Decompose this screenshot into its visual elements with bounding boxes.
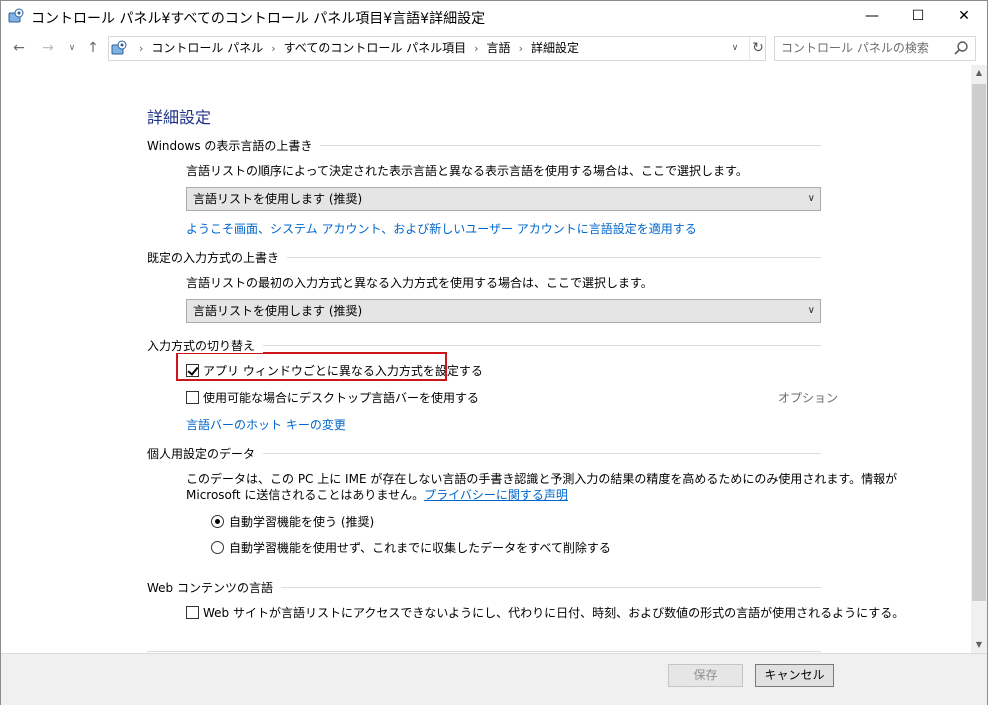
chevron-down-icon: ∨ (807, 305, 815, 316)
footer-bar: 保存 キャンセル (1, 653, 987, 705)
annotation-highlight-box (176, 352, 447, 381)
navigation-bar: ← → ∨ ↑ › コントロール パネル › すべてのコントロール パネル項目 › 言語 ›… (1, 32, 987, 65)
title-bar: コントロール パネル¥すべてのコントロール パネル項目¥言語¥詳細設定 — ☐ … (1, 1, 987, 32)
input-method-heading: 既定の入力方式の上書き (147, 251, 288, 265)
breadcrumb-separator-icon[interactable]: › (474, 42, 478, 55)
address-history-chevron-icon[interactable]: ∨ (727, 37, 743, 60)
input-method-dropdown[interactable]: 言語リストを使用します (推奨) ∨ (186, 299, 821, 323)
input-method-selected: 言語リストを使用します (推奨) (193, 304, 363, 318)
personalization-heading: 個人用設定のデータ (147, 447, 264, 461)
content-area: 詳細設定 Windows の表示言語の上書き 言語リストの順序によって決定された… (1, 65, 971, 653)
breadcrumb-language[interactable]: 言語 (487, 41, 511, 55)
control-panel-icon (111, 40, 127, 55)
personalization-description-line2: Microsoft に送信されることはありません。プライバシーに関する声明 (186, 486, 568, 503)
desktop-language-bar-checkbox[interactable] (186, 391, 199, 404)
auto-learning-delete-label: 自動学習機能を使用せず、これまでに収集したデータをすべて削除する (229, 541, 611, 555)
web-content-language-label: Web サイトが言語リストにアクセスできないようにし、代わりに日付、時刻、および… (203, 606, 905, 620)
search-box[interactable] (774, 36, 976, 61)
page-title: 詳細設定 (147, 108, 212, 127)
personalization-section-heading: 個人用設定のデータ (147, 445, 821, 461)
privacy-statement-link[interactable]: プライバシーに関する声明 (424, 488, 568, 502)
refresh-icon[interactable]: ↻ (749, 37, 766, 60)
back-arrow-icon[interactable]: ← (10, 38, 28, 58)
chevron-down-icon: ∨ (807, 193, 815, 204)
recent-locations-chevron-icon[interactable]: ∨ (66, 38, 78, 58)
switching-section-heading: 入力方式の切り替え (147, 337, 821, 353)
search-icon[interactable] (953, 40, 969, 56)
search-input[interactable] (781, 39, 946, 57)
display-language-selected: 言語リストを使用します (推奨) (193, 192, 363, 206)
scroll-down-arrow-icon[interactable]: ▼ (971, 637, 987, 653)
auto-learning-use-option[interactable]: 自動学習機能を使う (推奨) (211, 513, 374, 530)
breadcrumb-separator-icon[interactable]: › (271, 42, 275, 55)
save-button[interactable]: 保存 (668, 664, 743, 687)
address-bar[interactable]: › コントロール パネル › すべてのコントロール パネル項目 › 言語 › 詳細設定 ∨ ↻ (108, 36, 766, 61)
web-content-section-heading: Web コンテンツの言語 (147, 579, 821, 595)
personalization-description-line1: このデータは、この PC 上に IME が存在しない言語の手書き認識と予測入力の… (186, 472, 898, 486)
breadcrumb-advanced-settings[interactable]: 詳細設定 (531, 41, 579, 55)
forward-arrow-icon[interactable]: → (40, 38, 56, 58)
up-arrow-icon[interactable]: ↑ (85, 38, 101, 58)
auto-learning-delete-option[interactable]: 自動学習機能を使用せず、これまでに収集したデータをすべて削除する (211, 539, 611, 556)
auto-learning-use-label: 自動学習機能を使う (推奨) (229, 515, 375, 529)
display-language-dropdown[interactable]: 言語リストを使用します (推奨) ∨ (186, 187, 821, 211)
breadcrumb-separator-icon[interactable]: › (519, 42, 523, 55)
display-language-description: 言語リストの順序によって決定された表示言語と異なる表示言語を使用する場合は、ここ… (186, 164, 748, 178)
breadcrumb-control-panel[interactable]: コントロール パネル (151, 41, 263, 55)
web-content-language-checkbox[interactable] (186, 606, 199, 619)
minimize-button[interactable]: — (849, 1, 895, 32)
content-bottom-divider (147, 651, 821, 652)
window: コントロール パネル¥すべてのコントロール パネル項目¥言語¥詳細設定 — ☐ … (0, 0, 988, 705)
vertical-scrollbar[interactable]: ▲ ▼ (971, 65, 987, 653)
web-content-heading: Web コンテンツの言語 (147, 581, 281, 595)
control-panel-icon (8, 8, 24, 23)
input-method-description: 言語リストの最初の入力方式と異なる入力方式を使用する場合は、ここで選択します。 (186, 276, 653, 290)
display-language-heading: Windows の表示言語の上書き (147, 139, 321, 153)
scroll-up-arrow-icon[interactable]: ▲ (971, 65, 987, 81)
cancel-button[interactable]: キャンセル (755, 664, 834, 687)
breadcrumb-all-items[interactable]: すべてのコントロール パネル項目 (284, 41, 467, 55)
desktop-language-bar-option[interactable]: 使用可能な場合にデスクトップ言語バーを使用する (186, 389, 479, 406)
language-bar-hotkey-link[interactable]: 言語バーのホット キーの変更 (186, 416, 346, 433)
options-link[interactable]: オプション (778, 389, 838, 406)
close-button[interactable]: ✕ (941, 1, 987, 32)
switching-heading: 入力方式の切り替え (147, 339, 264, 353)
input-method-section-heading: 既定の入力方式の上書き (147, 249, 821, 265)
display-language-section-heading: Windows の表示言語の上書き (147, 137, 821, 153)
web-content-language-option[interactable]: Web サイトが言語リストにアクセスできないようにし、代わりに日付、時刻、および… (186, 604, 904, 621)
window-title: コントロール パネル¥すべてのコントロール パネル項目¥言語¥詳細設定 (31, 11, 486, 27)
breadcrumb: › コントロール パネル › すべてのコントロール パネル項目 › 言語 › 詳細設定 (131, 37, 579, 60)
auto-learning-delete-radio[interactable] (211, 541, 224, 554)
maximize-button[interactable]: ☐ (895, 1, 941, 32)
personalization-description-text: Microsoft に送信されることはありません。 (186, 488, 425, 502)
scrollbar-thumb[interactable] (972, 84, 986, 601)
desktop-language-bar-label: 使用可能な場合にデスクトップ言語バーを使用する (203, 391, 480, 405)
apply-language-settings-link[interactable]: ようこそ画面、システム アカウント、および新しいユーザー アカウントに言語設定を… (186, 220, 697, 237)
auto-learning-use-radio[interactable] (211, 515, 224, 528)
breadcrumb-separator-icon[interactable]: › (139, 42, 143, 55)
